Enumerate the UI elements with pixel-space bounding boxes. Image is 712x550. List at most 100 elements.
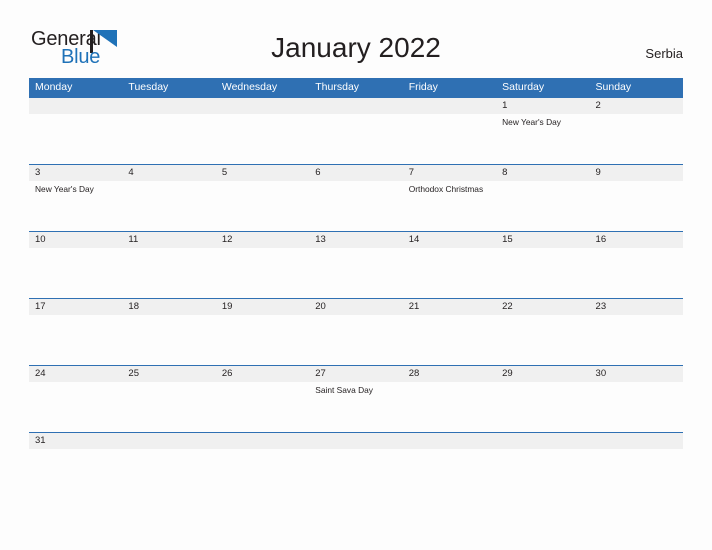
week-date-band: 10 11 12 13 14 15 16 [29,232,683,248]
date-number[interactable]: 31 [29,433,122,449]
day-event [216,248,309,298]
date-number[interactable]: 15 [496,232,589,248]
date-number[interactable] [403,433,496,449]
day-event [309,315,402,365]
week-date-band: 31 [29,433,683,449]
date-number[interactable]: 13 [309,232,402,248]
calendar-week-row: 10 11 12 13 14 15 16 [29,231,683,298]
week-event-band [29,248,683,298]
day-event [496,248,589,298]
day-event [496,181,589,231]
date-number[interactable]: 29 [496,366,589,382]
date-number[interactable]: 14 [403,232,496,248]
day-event [403,382,496,432]
day-event [403,114,496,164]
date-number[interactable]: 11 [122,232,215,248]
date-number[interactable] [403,98,496,114]
date-number[interactable] [590,433,683,449]
date-number[interactable]: 4 [122,165,215,181]
date-number[interactable] [122,433,215,449]
date-number[interactable]: 12 [216,232,309,248]
date-number[interactable]: 22 [496,299,589,315]
day-event [403,315,496,365]
day-event [590,114,683,164]
day-header-monday: Monday [35,81,73,93]
week-date-band: 17 18 19 20 21 22 23 [29,299,683,315]
day-event [590,382,683,432]
day-event: New Year's Day [35,184,94,194]
day-event [590,181,683,231]
date-number[interactable]: 24 [29,366,122,382]
day-event [496,315,589,365]
day-event: New Year's Day [502,117,561,127]
date-number[interactable] [29,98,122,114]
calendar-table: Monday Tuesday Wednesday Thursday Friday… [29,78,683,449]
calendar-week-row: 24 25 26 27 28 29 30 Saint Sava Day [29,365,683,432]
day-event [122,248,215,298]
week-event-band [29,315,683,365]
day-header-sunday: Sunday [595,81,632,93]
date-number[interactable]: 8 [496,165,589,181]
date-number[interactable]: 16 [590,232,683,248]
calendar-week-row: 31 [29,432,683,449]
date-number[interactable]: 2 [590,98,683,114]
day-event [29,114,122,164]
day-event [403,449,496,452]
day-event [122,114,215,164]
week-date-band: 1 2 [29,98,683,114]
date-number[interactable]: 10 [29,232,122,248]
date-number[interactable]: 1 [496,98,589,114]
date-number[interactable]: 21 [403,299,496,315]
day-event [216,181,309,231]
day-event: Saint Sava Day [315,385,373,395]
date-number[interactable] [122,98,215,114]
page-title: January 2022 [271,32,441,63]
day-event [122,181,215,231]
day-event [590,315,683,365]
date-number[interactable] [496,433,589,449]
date-number[interactable]: 25 [122,366,215,382]
day-header-friday: Friday [408,81,438,93]
day-event: Orthodox Christmas [408,184,484,194]
week-event-band: New Year's Day Orthodox Christmas [29,181,683,231]
date-number[interactable]: 17 [29,299,122,315]
day-event [122,315,215,365]
calendar-page: General Blue January 2022 Serbia Monday … [0,0,712,550]
day-event [29,382,122,432]
week-event-band: Saint Sava Day [29,382,683,432]
date-number[interactable]: 3 [29,165,122,181]
date-number[interactable] [309,98,402,114]
day-event [496,382,589,432]
date-number[interactable] [216,98,309,114]
date-number[interactable]: 19 [216,299,309,315]
day-event [496,449,589,452]
day-of-week-header-row: Monday Tuesday Wednesday Thursday Friday… [29,78,683,97]
day-event [403,248,496,298]
date-number[interactable] [309,433,402,449]
date-number[interactable]: 20 [309,299,402,315]
date-number[interactable]: 28 [403,366,496,382]
day-event [216,449,309,452]
date-number[interactable]: 9 [590,165,683,181]
date-number[interactable]: 26 [216,366,309,382]
day-event [122,449,215,452]
page-header: General Blue January 2022 Serbia [0,0,712,78]
day-event [29,248,122,298]
day-event [309,449,402,452]
date-number[interactable]: 7 [403,165,496,181]
day-event [216,114,309,164]
date-number[interactable]: 5 [216,165,309,181]
date-number[interactable]: 23 [590,299,683,315]
day-header-tuesday: Tuesday [128,81,169,93]
day-event [590,248,683,298]
date-number[interactable] [216,433,309,449]
date-number[interactable]: 6 [309,165,402,181]
date-number[interactable]: 27 [309,366,402,382]
country-label: Serbia [645,46,683,61]
day-event [216,382,309,432]
day-header-wednesday: Wednesday [221,81,278,93]
date-number[interactable]: 18 [122,299,215,315]
date-number[interactable]: 30 [590,366,683,382]
day-event [216,315,309,365]
day-event [309,248,402,298]
